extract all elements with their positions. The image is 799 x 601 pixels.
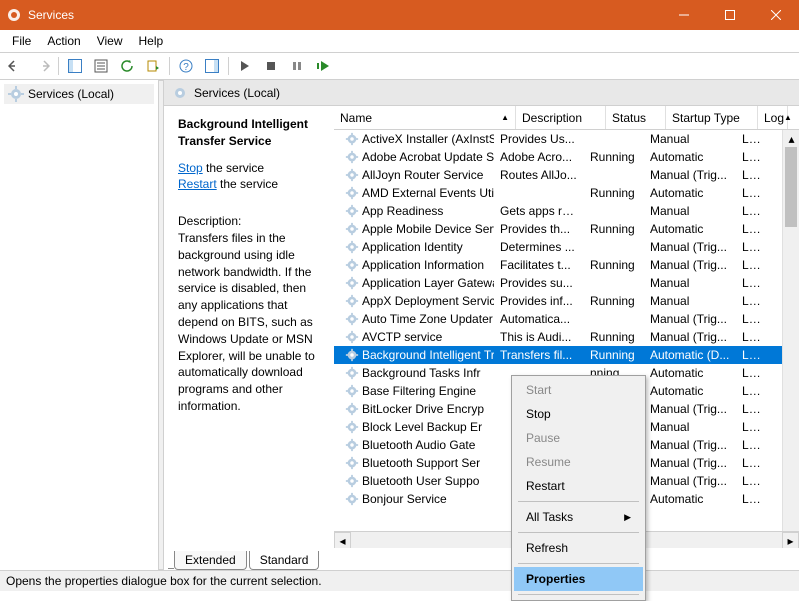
- more-cols-icon: ▲: [784, 113, 792, 122]
- local-header: Services (Local): [164, 80, 799, 106]
- column-description[interactable]: Description: [516, 106, 606, 129]
- column-status[interactable]: Status: [606, 106, 666, 129]
- toolbar: ?: [0, 52, 799, 80]
- menu-help[interactable]: Help: [131, 32, 172, 50]
- view-tabs: Extended Standard: [164, 548, 799, 570]
- gear-icon: [172, 85, 188, 101]
- scroll-right-icon[interactable]: ▸: [782, 532, 799, 548]
- column-name[interactable]: Name▲: [334, 106, 516, 129]
- service-row[interactable]: AllJoyn Router ServiceRoutes AllJo...Man…: [334, 166, 799, 184]
- cm-start: Start: [514, 378, 643, 402]
- service-row[interactable]: Application Layer Gateway ...Provides su…: [334, 274, 799, 292]
- titlebar: Services: [0, 0, 799, 30]
- service-row[interactable]: Apple Mobile Device ServiceProvides th..…: [334, 220, 799, 238]
- show-hide-tree-button[interactable]: [63, 54, 87, 78]
- tab-extended[interactable]: Extended: [174, 551, 247, 570]
- local-header-label: Services (Local): [194, 86, 280, 100]
- service-row[interactable]: Background Intelligent Tran...Transfers …: [334, 346, 799, 364]
- stop-service-button[interactable]: [259, 54, 283, 78]
- window-title: Services: [28, 8, 661, 22]
- service-row[interactable]: AVCTP serviceThis is Audi...RunningManua…: [334, 328, 799, 346]
- cm-pause: Pause: [514, 426, 643, 450]
- help-button[interactable]: ?: [174, 54, 198, 78]
- description-label: Description:: [178, 213, 324, 230]
- column-log-on-as[interactable]: Log ▲: [758, 106, 788, 129]
- service-row[interactable]: AppX Deployment Service (...Provides inf…: [334, 292, 799, 310]
- minimize-button[interactable]: [661, 0, 707, 30]
- maximize-button[interactable]: [707, 0, 753, 30]
- svg-text:?: ?: [183, 62, 189, 73]
- cm-restart[interactable]: Restart: [514, 474, 643, 498]
- properties-button[interactable]: [89, 54, 113, 78]
- service-row[interactable]: Adobe Acrobat Update Ser...Adobe Acro...…: [334, 148, 799, 166]
- show-hide-action-pane-button[interactable]: [200, 54, 224, 78]
- chevron-right-icon: ▶: [624, 512, 631, 523]
- tree-item-services-local[interactable]: Services (Local): [4, 84, 154, 104]
- refresh-button[interactable]: [115, 54, 139, 78]
- scroll-up-icon[interactable]: ▴: [783, 130, 799, 147]
- tree-item-label: Services (Local): [28, 87, 114, 101]
- service-row[interactable]: App ReadinessGets apps re...ManualLoc: [334, 202, 799, 220]
- scroll-left-icon[interactable]: ◂: [334, 532, 351, 548]
- service-row[interactable]: Application InformationFacilitates t...R…: [334, 256, 799, 274]
- export-list-button[interactable]: [141, 54, 165, 78]
- service-row[interactable]: AMD External Events UtilityRunningAutoma…: [334, 184, 799, 202]
- menu-view[interactable]: View: [89, 32, 131, 50]
- gear-icon: [8, 86, 24, 102]
- services-app-icon: [6, 7, 22, 23]
- column-startup-type[interactable]: Startup Type: [666, 106, 758, 129]
- cm-properties[interactable]: Properties: [514, 567, 643, 591]
- statusbar-text: Opens the properties dialogue box for th…: [6, 574, 322, 588]
- cm-resume: Resume: [514, 450, 643, 474]
- statusbar: Opens the properties dialogue box for th…: [0, 570, 799, 591]
- service-detail-pane: Background Intelligent Transfer Service …: [164, 106, 334, 548]
- start-service-button[interactable]: [233, 54, 257, 78]
- service-row[interactable]: Auto Time Zone UpdaterAutomatica...Manua…: [334, 310, 799, 328]
- pause-service-button[interactable]: [285, 54, 309, 78]
- restart-service-link[interactable]: Restart: [178, 177, 217, 191]
- selected-service-title: Background Intelligent Transfer Service: [178, 116, 324, 150]
- cm-all-tasks[interactable]: All Tasks▶: [514, 505, 643, 529]
- cm-stop[interactable]: Stop: [514, 402, 643, 426]
- list-header: Name▲ Description Status Startup Type Lo…: [334, 106, 799, 130]
- close-button[interactable]: [753, 0, 799, 30]
- console-tree: Services (Local): [0, 80, 158, 570]
- restart-service-button[interactable]: [311, 54, 335, 78]
- menu-file[interactable]: File: [4, 32, 39, 50]
- menu-action[interactable]: Action: [39, 32, 88, 50]
- context-menu: Start Stop Pause Resume Restart All Task…: [511, 375, 646, 601]
- description-text: Transfers files in the background using …: [178, 230, 324, 415]
- stop-service-link[interactable]: Stop: [178, 161, 203, 175]
- nav-forward-button[interactable]: [30, 54, 54, 78]
- cm-refresh[interactable]: Refresh: [514, 536, 643, 560]
- vertical-scrollbar[interactable]: ▴: [782, 130, 799, 531]
- service-row[interactable]: Application IdentityDetermines ...Manual…: [334, 238, 799, 256]
- service-row[interactable]: ActiveX Installer (AxInstSV)Provides Us.…: [334, 130, 799, 148]
- tab-standard[interactable]: Standard: [249, 551, 320, 570]
- sort-asc-icon: ▲: [501, 113, 509, 122]
- menubar: File Action View Help: [0, 30, 799, 52]
- nav-back-button[interactable]: [4, 54, 28, 78]
